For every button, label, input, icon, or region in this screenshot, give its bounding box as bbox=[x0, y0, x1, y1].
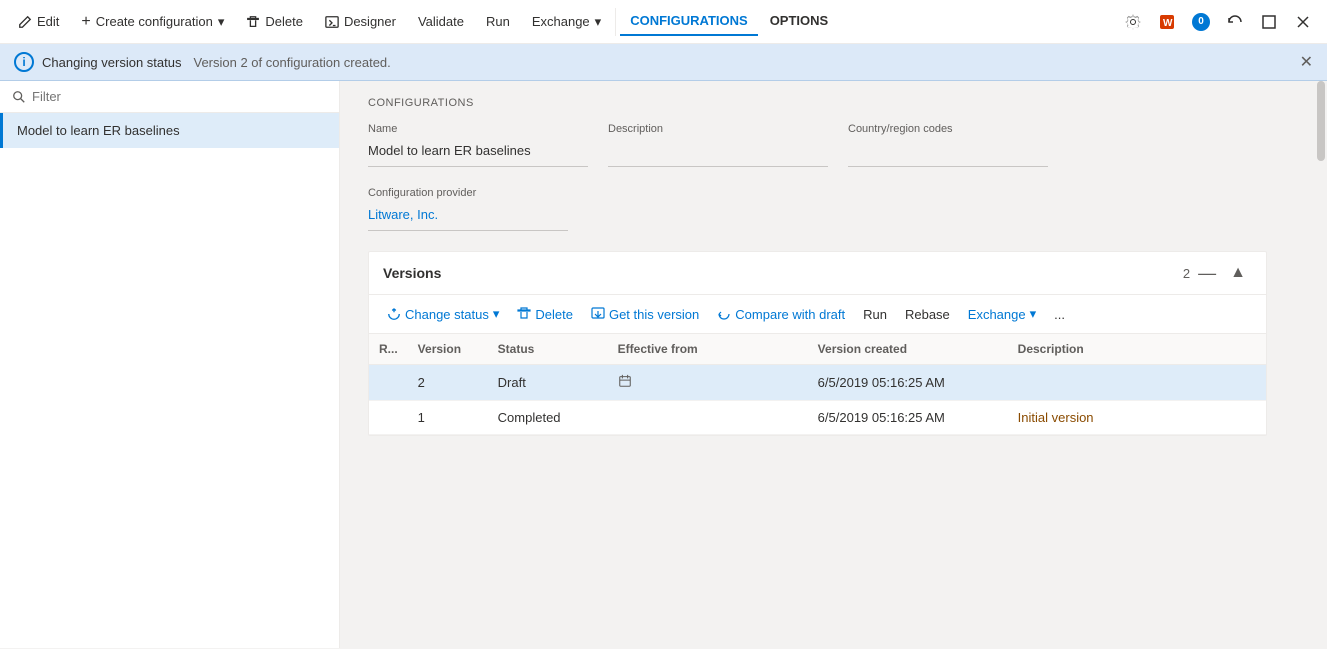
get-this-version-button[interactable]: Get this version bbox=[583, 302, 707, 327]
cell-version-2: 1 bbox=[408, 401, 488, 435]
svg-text:W: W bbox=[1163, 18, 1173, 29]
office-icon-button[interactable]: W bbox=[1151, 6, 1183, 38]
provider-field-group: Configuration provider Litware, Inc. bbox=[368, 187, 568, 231]
versions-delete-button[interactable]: Delete bbox=[509, 302, 581, 327]
search-icon bbox=[12, 90, 26, 104]
close-button[interactable] bbox=[1287, 6, 1319, 38]
versions-table: R... Version Status Effective from Versi… bbox=[369, 334, 1266, 435]
notification-text: Changing version status bbox=[42, 55, 181, 70]
sidebar-item-model[interactable]: Model to learn ER baselines bbox=[0, 113, 339, 148]
col-header-description: Description bbox=[1008, 334, 1266, 365]
col-header-version: Version bbox=[408, 334, 488, 365]
maximize-button[interactable] bbox=[1253, 6, 1285, 38]
desc-field-group: Description bbox=[608, 123, 828, 167]
versions-collapse-button[interactable]: ▲ bbox=[1224, 262, 1252, 284]
name-field-group: Name Model to learn ER baselines bbox=[368, 123, 588, 167]
cell-version-1: 2 bbox=[408, 365, 488, 401]
content-panel: CONFIGURATIONS Name Model to learn ER ba… bbox=[344, 81, 1315, 472]
sidebar-item-label: Model to learn ER baselines bbox=[17, 123, 180, 138]
notification-banner: i Changing version status Version 2 of c… bbox=[0, 44, 1327, 81]
versions-dash[interactable]: — bbox=[1198, 263, 1216, 284]
versions-run-button[interactable]: Run bbox=[855, 302, 895, 327]
sidebar-search-container bbox=[0, 81, 339, 113]
delete-button[interactable]: Delete bbox=[236, 8, 313, 35]
content-area: CONFIGURATIONS Name Model to learn ER ba… bbox=[344, 81, 1315, 648]
notification-count: 0 bbox=[1192, 13, 1210, 31]
run-button[interactable]: Run bbox=[476, 8, 520, 35]
cell-desc-2: Initial version bbox=[1008, 401, 1266, 435]
provider-label: Configuration provider bbox=[368, 187, 568, 199]
versions-exchange-button[interactable]: Exchange ▾ bbox=[960, 301, 1044, 327]
versions-panel: Versions 2 — ▲ Change status ▾ Delete bbox=[368, 251, 1267, 436]
cell-status-1: Draft bbox=[488, 365, 608, 401]
country-field-group: Country/region codes bbox=[848, 123, 1048, 167]
settings-icon-button[interactable] bbox=[1117, 6, 1149, 38]
nav-configurations[interactable]: CONFIGURATIONS bbox=[620, 7, 757, 36]
scrollbar-thumb[interactable] bbox=[1317, 81, 1325, 161]
refresh-button[interactable] bbox=[1219, 6, 1251, 38]
rebase-button[interactable]: Rebase bbox=[897, 302, 958, 327]
edit-button[interactable]: Edit bbox=[8, 8, 69, 35]
col-header-effective-from: Effective from bbox=[608, 334, 808, 365]
notification-badge-button[interactable]: 0 bbox=[1185, 6, 1217, 38]
validate-button[interactable]: Validate bbox=[408, 8, 474, 35]
desc-label: Description bbox=[608, 123, 828, 135]
provider-value[interactable]: Litware, Inc. bbox=[368, 203, 568, 231]
table-header: R... Version Status Effective from Versi… bbox=[369, 334, 1266, 365]
cell-status-2: Completed bbox=[488, 401, 608, 435]
create-config-button[interactable]: + Create configuration ▾ bbox=[71, 8, 234, 36]
col-header-version-created: Version created bbox=[808, 334, 1008, 365]
cell-created-1: 6/5/2019 05:16:25 AM bbox=[808, 365, 1008, 401]
calendar-icon bbox=[618, 374, 632, 388]
main-layout: Model to learn ER baselines CONFIGURATIO… bbox=[0, 81, 1327, 648]
cell-effective-2 bbox=[608, 401, 808, 435]
exchange-button[interactable]: Exchange ▾ bbox=[522, 8, 611, 36]
versions-title: Versions bbox=[383, 265, 1175, 281]
designer-button[interactable]: Designer bbox=[315, 8, 406, 35]
provider-row: Configuration provider Litware, Inc. bbox=[368, 187, 1291, 231]
cell-r-2 bbox=[369, 401, 408, 435]
country-value bbox=[848, 139, 1048, 167]
cell-r-1 bbox=[369, 365, 408, 401]
sidebar: Model to learn ER baselines bbox=[0, 81, 340, 648]
scrollbar[interactable] bbox=[1315, 81, 1327, 648]
country-label: Country/region codes bbox=[848, 123, 1048, 135]
compare-icon bbox=[717, 307, 731, 321]
info-icon: i bbox=[14, 52, 34, 72]
col-header-r: R... bbox=[369, 334, 408, 365]
versions-toolbar: Change status ▾ Delete Get this version … bbox=[369, 295, 1266, 334]
delete-icon bbox=[517, 307, 531, 321]
desc-value bbox=[608, 139, 828, 167]
cell-desc-1 bbox=[1008, 365, 1266, 401]
versions-header: Versions 2 — ▲ bbox=[369, 252, 1266, 295]
more-options-button[interactable]: ... bbox=[1046, 302, 1073, 327]
notification-close-button[interactable]: ✕ bbox=[1300, 52, 1313, 72]
breadcrumb: CONFIGURATIONS bbox=[368, 97, 1291, 109]
main-toolbar: Edit + Create configuration ▾ Delete Des… bbox=[0, 0, 1327, 44]
separator bbox=[615, 8, 616, 36]
change-status-icon bbox=[387, 307, 401, 321]
filter-input[interactable] bbox=[32, 89, 327, 104]
col-header-status: Status bbox=[488, 334, 608, 365]
get-version-icon bbox=[591, 307, 605, 321]
cell-effective-1 bbox=[608, 365, 808, 401]
change-status-button[interactable]: Change status ▾ bbox=[379, 301, 507, 327]
table-row[interactable]: 2 Draft 6/5/2019 05:16:25 AM bbox=[369, 365, 1266, 401]
name-value: Model to learn ER baselines bbox=[368, 139, 588, 167]
nav-icons: W 0 bbox=[1117, 6, 1319, 38]
name-label: Name bbox=[368, 123, 588, 135]
cell-created-2: 6/5/2019 05:16:25 AM bbox=[808, 401, 1008, 435]
table-row[interactable]: 1 Completed 6/5/2019 05:16:25 AM Initial… bbox=[369, 401, 1266, 435]
fields-row-1: Name Model to learn ER baselines Descrip… bbox=[368, 123, 1291, 167]
versions-count: 2 bbox=[1183, 266, 1190, 281]
nav-options[interactable]: OPTIONS bbox=[760, 7, 839, 36]
versions-table-body: 2 Draft 6/5/2019 05:16:25 AM 1 Completed bbox=[369, 365, 1266, 435]
notification-detail: Version 2 of configuration created. bbox=[193, 55, 390, 70]
compare-with-draft-button[interactable]: Compare with draft bbox=[709, 302, 853, 327]
